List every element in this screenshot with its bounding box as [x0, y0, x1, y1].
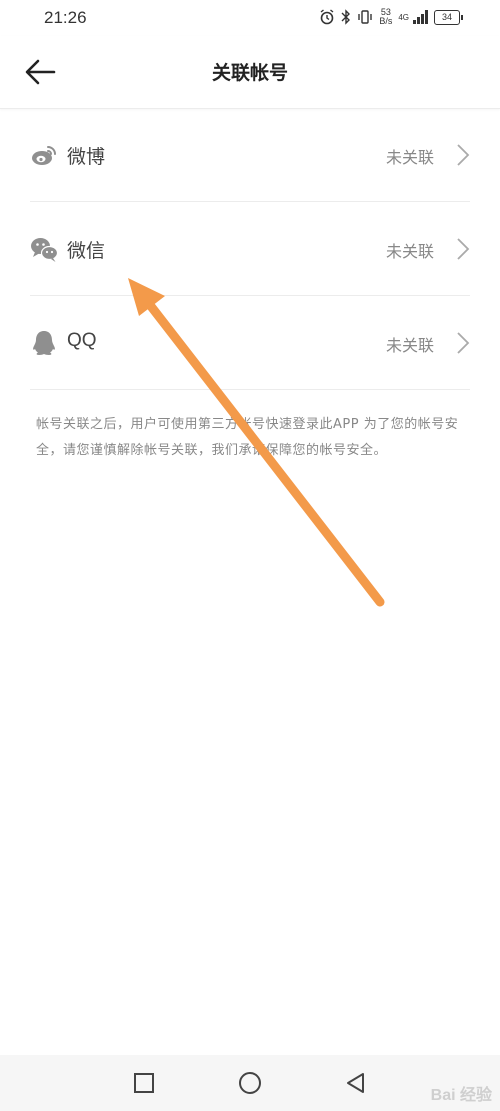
account-label: 微博	[67, 146, 106, 168]
chevron-right-icon	[457, 238, 470, 260]
network-speed: 53 B/s	[379, 8, 392, 26]
battery-icon: 34	[434, 9, 463, 25]
page-title: 关联帐号	[211, 62, 288, 84]
linked-accounts-list: 微博 未关联 微信 未关联 QQ 未关联	[0, 108, 500, 390]
system-nav-bar: Bai 经验	[0, 1055, 500, 1111]
triangle-back-icon[interactable]	[342, 1069, 370, 1097]
wechat-icon	[31, 238, 58, 262]
status-time: 21:26	[44, 8, 87, 27]
app-header: 关联帐号	[0, 36, 500, 109]
chevron-right-icon	[457, 332, 470, 354]
bluetooth-icon	[341, 9, 351, 25]
network-speed-unit: B/s	[379, 16, 393, 26]
status-bar: 21:26 53 B/s 4G 34	[0, 0, 500, 36]
account-row-weibo[interactable]: 微博 未关联	[30, 108, 470, 202]
qq-icon	[33, 331, 55, 355]
square-icon[interactable]	[130, 1069, 158, 1097]
weibo-icon	[32, 146, 56, 165]
account-status: 未关联	[385, 148, 434, 167]
circle-icon[interactable]	[236, 1069, 264, 1097]
chevron-right-icon	[457, 144, 470, 166]
account-label: 微信	[67, 240, 106, 262]
account-label: QQ	[67, 330, 97, 351]
alarm-icon	[320, 9, 334, 25]
status-icons: 53 B/s 4G 34	[319, 6, 463, 28]
signal-icon	[413, 10, 428, 24]
network-type: 4G	[398, 12, 409, 22]
account-status: 未关联	[385, 336, 434, 355]
account-link-note: 帐号关联之后，用户可使用第三方帐号快速登录此APP 为了您的帐号安全，请您谨慎解…	[36, 417, 459, 458]
account-status: 未关联	[385, 242, 434, 261]
watermark: Bai 经验	[430, 1087, 492, 1104]
account-row-wechat[interactable]: 微信 未关联	[30, 202, 470, 296]
account-row-qq[interactable]: QQ 未关联	[30, 296, 470, 390]
vibrate-icon	[358, 10, 373, 24]
